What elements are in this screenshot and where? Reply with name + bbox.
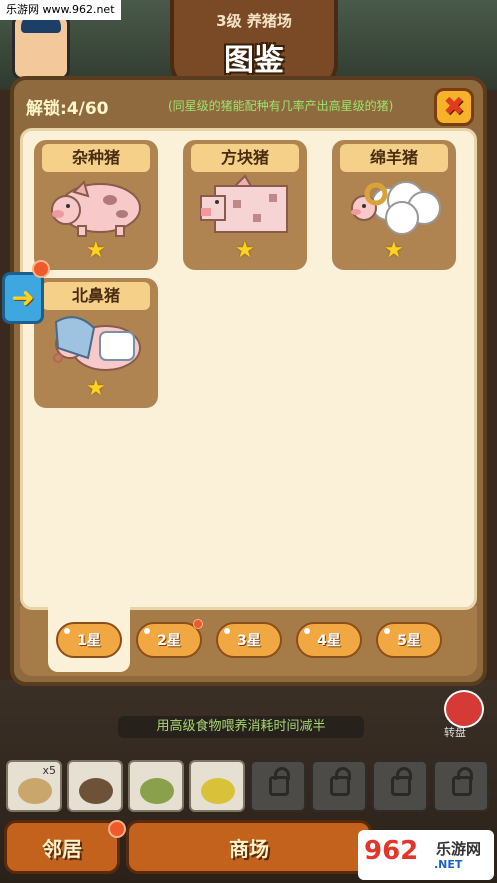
neighbors-button[interactable]: 邻居 bbox=[4, 820, 120, 874]
block-pig-icon bbox=[200, 174, 288, 233]
notification-dot bbox=[193, 619, 203, 629]
food-slot-locked[interactable] bbox=[311, 760, 367, 812]
food-slot-locked[interactable] bbox=[250, 760, 306, 812]
tab-label: 4星 bbox=[317, 633, 341, 649]
tab-label: 1星 bbox=[77, 633, 101, 649]
tab-label: 2星 bbox=[157, 633, 181, 649]
next-page-arrow-button[interactable]: ➜ bbox=[2, 272, 44, 324]
food-icon bbox=[79, 778, 113, 804]
notification-dot bbox=[32, 260, 50, 278]
farm-level-title: 3级 养猪场 bbox=[216, 12, 292, 30]
watermark-logo-text: 962 bbox=[364, 836, 419, 866]
feeding-tip: 用高级食物喂养消耗时间减半 bbox=[118, 716, 364, 738]
food-slot[interactable] bbox=[128, 760, 184, 812]
shop-button[interactable]: 商场 bbox=[126, 820, 372, 874]
watermark-cn-text: 乐游网 bbox=[436, 840, 482, 858]
watermark-logo: 962 乐游网 .NET bbox=[358, 830, 494, 880]
lock-icon bbox=[330, 767, 351, 796]
food-slot-locked[interactable] bbox=[433, 760, 489, 812]
food-slot[interactable] bbox=[67, 760, 123, 812]
pig-card[interactable]: 北鼻猪 ★ bbox=[34, 278, 158, 408]
pig-card[interactable]: 方块猪 ★ bbox=[183, 140, 307, 270]
tab-5-star[interactable]: 5星 bbox=[376, 622, 442, 658]
arrow-right-icon: ➜ bbox=[11, 281, 35, 314]
pig-card[interactable]: 杂种猪 ★ bbox=[34, 140, 158, 270]
baby-pig-icon bbox=[53, 316, 141, 371]
notification-dot bbox=[108, 820, 126, 838]
food-slot[interactable] bbox=[189, 760, 245, 812]
close-icon: ✖ bbox=[443, 92, 465, 122]
breeding-hint: (同星级的猪能配种有几率产出高星级的猪) bbox=[168, 99, 394, 113]
close-button[interactable]: ✖ bbox=[434, 88, 474, 126]
watermark-url-text: .NET bbox=[434, 858, 463, 871]
rating-star-icon: ★ bbox=[235, 238, 255, 263]
highlight-dot bbox=[64, 628, 70, 634]
pig-name: 绵羊猪 bbox=[340, 144, 448, 172]
tab-4-star[interactable]: 4星 bbox=[296, 622, 362, 658]
shop-label: 商场 bbox=[229, 836, 269, 861]
neighbors-label: 邻居 bbox=[42, 836, 82, 861]
rating-star-icon: ★ bbox=[86, 376, 106, 401]
tab-3-star[interactable]: 3星 bbox=[216, 622, 282, 658]
pig-card[interactable]: 绵羊猪 ★ bbox=[332, 140, 456, 270]
lock-icon bbox=[391, 767, 412, 796]
watermark-top: 乐游网 www.962.net bbox=[0, 0, 121, 20]
rating-star-icon: ★ bbox=[384, 238, 404, 263]
sheep-pig-icon bbox=[351, 181, 441, 235]
highlight-dot bbox=[144, 628, 150, 634]
rating-star-icon: ★ bbox=[86, 238, 106, 263]
food-slot-locked[interactable] bbox=[372, 760, 428, 812]
lock-icon bbox=[452, 767, 473, 796]
highlight-dot bbox=[224, 628, 230, 634]
highlight-dot bbox=[304, 628, 310, 634]
tab-label: 5星 bbox=[397, 633, 421, 649]
corn-icon bbox=[201, 778, 235, 804]
wheel-icon bbox=[444, 690, 484, 728]
pig-name: 北鼻猪 bbox=[42, 282, 150, 310]
unlock-progress: 解锁:4/60 bbox=[26, 99, 109, 119]
food-slot[interactable]: x5 bbox=[6, 760, 62, 812]
tab-label: 3星 bbox=[237, 633, 261, 649]
tab-2-star[interactable]: 2星 bbox=[136, 622, 202, 658]
food-count: x5 bbox=[42, 764, 56, 777]
pig-name: 杂种猪 bbox=[42, 144, 150, 172]
player-avatar[interactable] bbox=[12, 13, 70, 80]
lucky-wheel-button[interactable]: 转盘 bbox=[434, 690, 490, 740]
lucky-wheel-label: 转盘 bbox=[444, 726, 466, 739]
pig-name: 方块猪 bbox=[191, 144, 299, 172]
mixed-pig-icon bbox=[51, 180, 141, 237]
page-title: 图鉴 bbox=[224, 43, 284, 78]
lock-icon bbox=[269, 767, 290, 796]
highlight-dot bbox=[384, 628, 390, 634]
tab-1-star[interactable]: 1星 bbox=[56, 622, 122, 658]
food-icon bbox=[140, 778, 174, 804]
food-icon bbox=[18, 778, 52, 804]
